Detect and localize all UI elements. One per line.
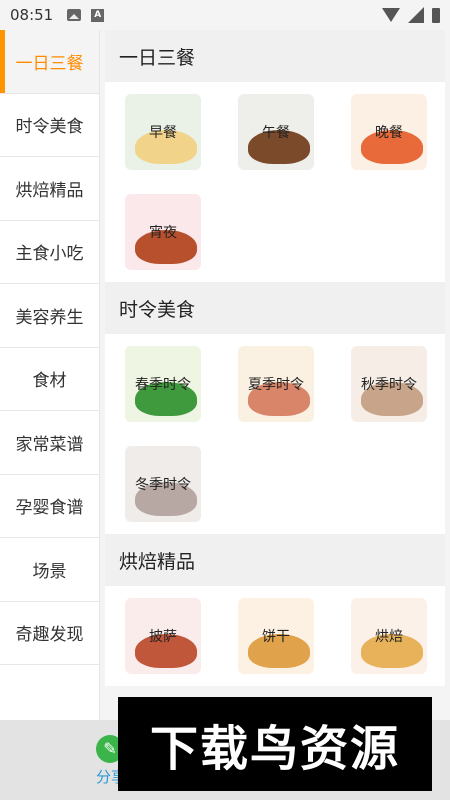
sidebar-item-10[interactable]: 奇趣发现 bbox=[0, 602, 99, 665]
section-grid: 早餐 午餐 晚餐 宵夜 bbox=[105, 82, 445, 282]
section-grid: 春季时令 夏季时令 秋季时令 冬季时令 bbox=[105, 334, 445, 534]
watermark-text: 下载鸟资源 bbox=[149, 721, 400, 777]
sidebar-item-3[interactable]: 烘焙精品 bbox=[0, 157, 99, 221]
tile-spring[interactable]: 春季时令 bbox=[125, 346, 201, 422]
wifi-icon bbox=[382, 8, 400, 22]
sidebar-item-6[interactable]: 食材 bbox=[0, 348, 99, 411]
a-notification-icon: A bbox=[91, 8, 105, 22]
category-sidebar: 一日三餐 时令美食 烘焙精品 主食小吃 美容养生 食材 家常菜谱 孕婴食谱 场景… bbox=[0, 30, 100, 720]
sidebar-item-5[interactable]: 美容养生 bbox=[0, 284, 99, 348]
sidebar-item-7[interactable]: 家常菜谱 bbox=[0, 411, 99, 475]
sidebar-item-9[interactable]: 场景 bbox=[0, 538, 99, 602]
section-title: 时令美食 bbox=[105, 282, 445, 334]
section-title: 烘焙精品 bbox=[105, 534, 445, 586]
watermark-banner: 下载鸟资源 bbox=[118, 697, 432, 791]
status-bar: 08:51 A bbox=[0, 0, 450, 30]
sidebar-item-1[interactable]: 一日三餐 bbox=[0, 30, 99, 94]
image-notification-icon bbox=[67, 9, 82, 21]
tile-lunch[interactable]: 午餐 bbox=[238, 94, 314, 170]
tile-late-night[interactable]: 宵夜 bbox=[125, 194, 201, 270]
tile-autumn[interactable]: 秋季时令 bbox=[351, 346, 427, 422]
tile-breakfast[interactable]: 早餐 bbox=[125, 94, 201, 170]
status-time: 08:51 bbox=[10, 6, 54, 24]
sidebar-item-2[interactable]: 时令美食 bbox=[0, 94, 99, 157]
section-grid: 披萨 饼干 烘焙 bbox=[105, 586, 445, 686]
tile-baking[interactable]: 烘焙 bbox=[351, 598, 427, 674]
tile-summer[interactable]: 夏季时令 bbox=[238, 346, 314, 422]
sidebar-item-4[interactable]: 主食小吃 bbox=[0, 221, 99, 284]
battery-icon bbox=[432, 7, 440, 23]
section-title: 一日三餐 bbox=[105, 30, 445, 82]
tile-cookies[interactable]: 饼干 bbox=[238, 598, 314, 674]
signal-icon bbox=[408, 7, 424, 23]
category-content: 一日三餐 早餐 午餐 晚餐 宵夜 时令美食 春季时令 夏季时令 秋季时令 冬季时… bbox=[105, 30, 445, 720]
tile-pizza[interactable]: 披萨 bbox=[125, 598, 201, 674]
tile-dinner[interactable]: 晚餐 bbox=[351, 94, 427, 170]
tile-winter[interactable]: 冬季时令 bbox=[125, 446, 201, 522]
sidebar-item-8[interactable]: 孕婴食谱 bbox=[0, 475, 99, 538]
